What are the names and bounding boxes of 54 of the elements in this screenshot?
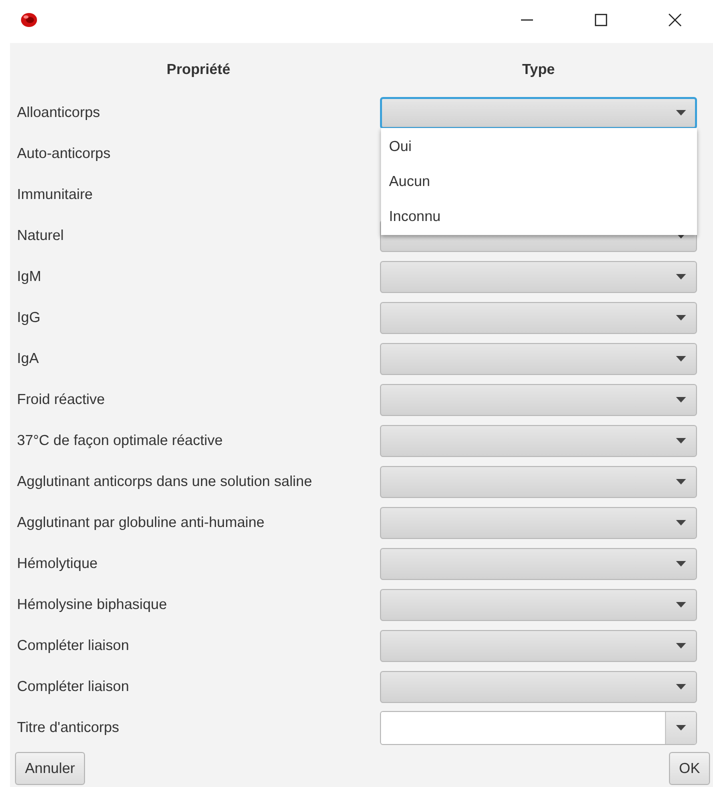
property-label: Immunitaire bbox=[17, 186, 93, 202]
caret-icon bbox=[676, 478, 686, 484]
caret-icon bbox=[676, 602, 686, 608]
dropdown[interactable] bbox=[380, 670, 697, 702]
dropdown[interactable] bbox=[380, 466, 697, 498]
caret-icon bbox=[676, 356, 686, 362]
column-header: Type bbox=[522, 62, 555, 78]
property-label: Naturel bbox=[17, 228, 64, 244]
caret-icon bbox=[676, 560, 686, 566]
cancel-button[interactable]: Annuler bbox=[15, 752, 85, 785]
menu-option[interactable]: Oui bbox=[381, 129, 697, 164]
caret-icon bbox=[676, 396, 686, 402]
dropdown[interactable] bbox=[380, 548, 697, 580]
dropdown[interactable] bbox=[380, 260, 697, 292]
dropdown[interactable] bbox=[380, 384, 697, 416]
caret-icon bbox=[676, 274, 686, 280]
menu-option[interactable]: Aucun bbox=[381, 164, 697, 199]
dropdown[interactable] bbox=[380, 506, 697, 538]
dropdown[interactable] bbox=[380, 342, 697, 374]
property-label: Auto-anticorps bbox=[17, 146, 110, 162]
dropdown[interactable] bbox=[380, 588, 697, 620]
property-label: Agglutinant anticorps dans une solution saline bbox=[17, 474, 312, 490]
minimize-icon bbox=[520, 18, 534, 20]
caret-icon bbox=[676, 520, 686, 526]
dropdown[interactable] bbox=[380, 630, 697, 662]
property-label: Compléter liaison bbox=[17, 638, 130, 654]
menu-option[interactable]: Inconnu bbox=[381, 199, 697, 234]
property-label: 37°C de façon optimale réactive bbox=[17, 432, 223, 448]
caret-icon bbox=[676, 724, 686, 730]
property-label: Compléter liaison bbox=[17, 678, 130, 694]
dropdown[interactable] bbox=[380, 424, 697, 456]
property-label: IgG bbox=[17, 310, 40, 326]
property-label: Froid réactive bbox=[17, 392, 105, 408]
caret-icon bbox=[676, 438, 686, 444]
dropdown-button[interactable] bbox=[665, 712, 696, 744]
property-label: Alloanticorps bbox=[17, 104, 100, 120]
property-label: IgM bbox=[17, 268, 42, 284]
dropdown[interactable] bbox=[380, 302, 697, 334]
caret-icon bbox=[676, 232, 686, 238]
ok-button[interactable]: OK bbox=[669, 752, 710, 785]
caret-icon bbox=[676, 684, 686, 690]
app-logo-icon bbox=[20, 12, 38, 28]
caret-icon bbox=[676, 110, 686, 116]
property-label: Agglutinant par globuline anti-humaine bbox=[17, 514, 264, 530]
close-icon bbox=[668, 12, 682, 26]
property-label: IgA bbox=[17, 350, 39, 366]
property-label: Titre d'anticorps bbox=[17, 720, 120, 736]
maximize-icon bbox=[594, 12, 608, 26]
column-header: Propriété bbox=[166, 62, 230, 78]
property-label: Hémolytique bbox=[17, 556, 98, 572]
caret-icon bbox=[676, 314, 686, 320]
property-label: Hémolysine biphasique bbox=[17, 596, 167, 612]
caret-icon bbox=[676, 642, 686, 648]
dropdown[interactable] bbox=[380, 96, 697, 128]
